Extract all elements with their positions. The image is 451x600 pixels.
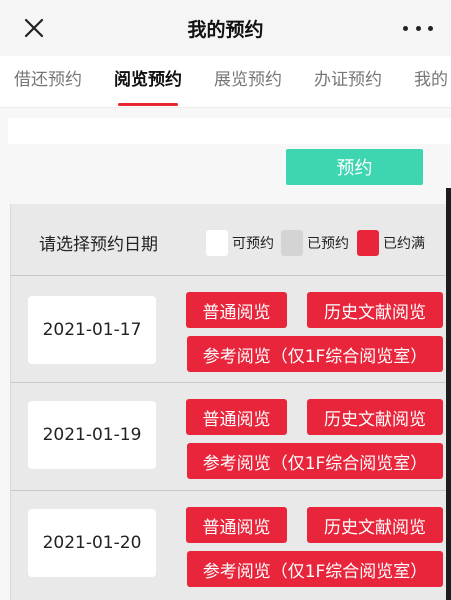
tab-label: 我的	[414, 70, 448, 90]
tab-label: 借还预约	[14, 70, 82, 90]
legend-full: 已约满	[357, 230, 425, 256]
tab-mine[interactable]: 我的	[414, 56, 448, 107]
content-area: 预约 请选择预约日期 可预约 已预约 已约满 2021-01-17 普通阅览 历…	[0, 108, 451, 600]
page-title: 我的预约	[187, 18, 264, 41]
general-reading-button[interactable]: 普通阅览	[186, 292, 287, 328]
tab-card-application[interactable]: 办证预约	[314, 56, 382, 107]
title-bar: 我的预约	[0, 0, 451, 56]
date-cell[interactable]: 2021-01-17	[28, 296, 156, 364]
page: 我的预约 借还预约 阅览预约 展览预约 办证预约 我的 预约 请选择预约日期 可…	[0, 0, 451, 600]
more-icon[interactable]	[403, 14, 433, 42]
historical-documents-button[interactable]: 历史文献阅览	[307, 399, 443, 435]
tab-label: 阅览预约	[114, 70, 182, 90]
historical-documents-button[interactable]: 历史文献阅览	[307, 292, 443, 328]
date-cell[interactable]: 2021-01-19	[28, 401, 156, 469]
legend-booked: 已预约	[281, 230, 349, 256]
reference-reading-button[interactable]: 参考阅览（仅1F综合阅览室）	[187, 336, 443, 372]
date-row: 2021-01-17 普通阅览 历史文献阅览 参考阅览（仅1F综合阅览室）	[11, 276, 447, 383]
close-icon[interactable]	[18, 12, 50, 44]
tab-label: 办证预约	[314, 70, 382, 90]
tab-borrow-return[interactable]: 借还预约	[14, 56, 82, 107]
date-cell[interactable]: 2021-01-20	[28, 509, 156, 577]
reserve-button[interactable]: 预约	[286, 149, 423, 185]
date-row: 2021-01-20 普通阅览 历史文献阅览 参考阅览（仅1F综合阅览室）	[11, 492, 447, 599]
legend-available: 可预约	[206, 230, 274, 256]
legend-swatch-booked	[281, 230, 303, 256]
date-row: 2021-01-19 普通阅览 历史文献阅览 参考阅览（仅1F综合阅览室）	[11, 384, 447, 491]
legend-label: 已约满	[383, 236, 425, 252]
reference-reading-button[interactable]: 参考阅览（仅1F综合阅览室）	[187, 551, 443, 587]
general-reading-button[interactable]: 普通阅览	[186, 507, 287, 543]
legend-label: 可预约	[232, 236, 274, 252]
tab-exhibition[interactable]: 展览预约	[214, 56, 282, 107]
date-picker-label: 请选择预约日期	[39, 235, 158, 255]
date-picker-header: 请选择预约日期 可预约 已预约 已约满	[11, 204, 447, 276]
date-selection-panel: 请选择预约日期 可预约 已预约 已约满 2021-01-17 普通阅览 历史文献…	[10, 204, 447, 600]
legend-swatch-full	[357, 230, 379, 256]
active-tab-indicator	[118, 103, 178, 106]
tab-reading[interactable]: 阅览预约	[114, 56, 182, 107]
historical-documents-button[interactable]: 历史文献阅览	[307, 507, 443, 543]
legend-label: 已预约	[307, 236, 349, 252]
legend-swatch-available	[206, 230, 228, 256]
divider-band	[8, 118, 451, 144]
tab-bar: 借还预约 阅览预约 展览预约 办证预约 我的	[0, 56, 451, 108]
scrollbar[interactable]	[446, 188, 451, 600]
reference-reading-button[interactable]: 参考阅览（仅1F综合阅览室）	[187, 443, 443, 479]
tab-label: 展览预约	[214, 70, 282, 90]
general-reading-button[interactable]: 普通阅览	[186, 399, 287, 435]
